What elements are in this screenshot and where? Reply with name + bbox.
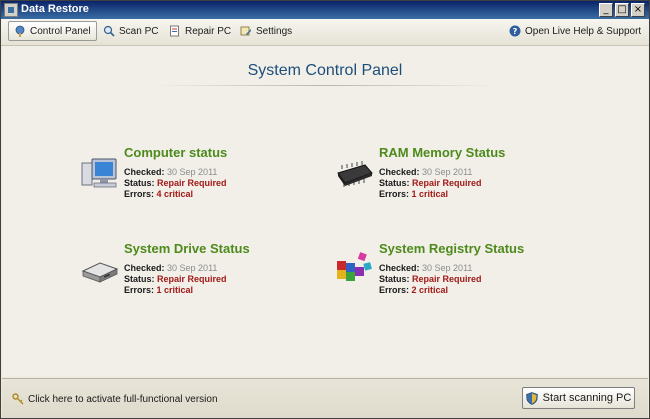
errors-value: 2 critical [411, 285, 449, 295]
status-label: Status: [124, 178, 155, 188]
maximize-button[interactable]: □ [615, 3, 629, 17]
checked-date: 30 Sep 2011 [422, 263, 473, 273]
checked-label: Checked: [124, 167, 165, 177]
window-title: Data Restore [21, 3, 89, 15]
help-label: Open Live Help & Support [525, 25, 642, 37]
registry-cubes-icon [337, 252, 372, 281]
page-title: System Control Panel [247, 62, 403, 79]
errors-value: 1 critical [411, 189, 449, 199]
help-support-link[interactable]: ? Open Live Help & Support [504, 21, 646, 41]
computer-icon [81, 158, 117, 188]
status-label: Status: [124, 274, 155, 284]
status-value: Repair Required [157, 178, 227, 188]
footer-bar: Click here to activate full-functional v… [2, 378, 648, 418]
close-button[interactable]: × [631, 3, 645, 17]
scan-icon [103, 25, 115, 37]
checked-label: Checked: [124, 263, 165, 273]
ram-memory-status-card: RAM Memory Status Checked: 30 Sep 2011 S… [335, 145, 585, 215]
ram-chip-icon [337, 161, 373, 187]
key-icon [12, 393, 24, 405]
card-title: RAM Memory Status [379, 145, 506, 160]
status-label: Status: [379, 178, 410, 188]
app-window: Data Restore _ □ × Control Panel Scan PC [0, 0, 650, 419]
card-title: Computer status [124, 145, 228, 160]
errors-label: Errors: [379, 189, 410, 199]
settings-icon [240, 26, 251, 36]
title-bar[interactable]: Data Restore _ □ × [1, 1, 649, 19]
tab-label: Control Panel [30, 25, 91, 37]
help-icon: ? [509, 25, 521, 37]
computer-status-card: Computer status Checked: 30 Sep 2011 Sta… [80, 145, 330, 215]
errors-value: 4 critical [156, 189, 194, 199]
tab-settings[interactable]: Settings [235, 21, 297, 41]
checked-date: 30 Sep 2011 [422, 167, 473, 177]
minimize-button[interactable]: _ [599, 3, 613, 17]
card-title: System Registry Status [379, 241, 525, 256]
control-panel-content: System Control Panel Computer status Che… [2, 46, 648, 377]
checked-date: 30 Sep 2011 [167, 263, 218, 273]
status-value: Repair Required [412, 178, 482, 188]
control-panel-icon [15, 25, 25, 37]
errors-label: Errors: [124, 285, 155, 295]
checked-label: Checked: [379, 263, 420, 273]
activate-link[interactable]: Click here to activate full-functional v… [12, 393, 218, 405]
tab-label: Repair PC [185, 25, 232, 37]
tab-scan-pc[interactable]: Scan PC [98, 21, 163, 41]
system-drive-status-card: System Drive Status Checked: 30 Sep 2011… [80, 241, 330, 311]
activate-label: Click here to activate full-functional v… [28, 393, 218, 405]
scan-button-label: Start scanning PC [542, 392, 632, 404]
status-value: Repair Required [157, 274, 227, 284]
svg-text:?: ? [513, 27, 518, 36]
app-icon [4, 3, 18, 17]
status-label: Status: [379, 274, 410, 284]
start-scanning-button[interactable]: Start scanning PC [522, 387, 635, 409]
title-divider [152, 85, 498, 86]
tab-control-panel[interactable]: Control Panel [8, 21, 97, 41]
toolbar: Control Panel Scan PC Repair PC Settings [1, 19, 649, 46]
tab-repair-pc[interactable]: Repair PC [164, 21, 236, 41]
checked-date: 30 Sep 2011 [167, 167, 218, 177]
tab-label: Settings [256, 25, 293, 37]
status-value: Repair Required [412, 274, 482, 284]
hard-drive-icon [81, 262, 119, 283]
errors-label: Errors: [379, 285, 410, 295]
checked-label: Checked: [379, 167, 420, 177]
shield-icon [525, 391, 538, 405]
errors-label: Errors: [124, 189, 155, 199]
errors-value: 1 critical [156, 285, 194, 295]
tab-label: Scan PC [119, 25, 159, 37]
card-title: System Drive Status [124, 241, 250, 256]
repair-icon [170, 25, 179, 37]
system-registry-status-card: System Registry Status Checked: 30 Sep 2… [335, 241, 585, 311]
